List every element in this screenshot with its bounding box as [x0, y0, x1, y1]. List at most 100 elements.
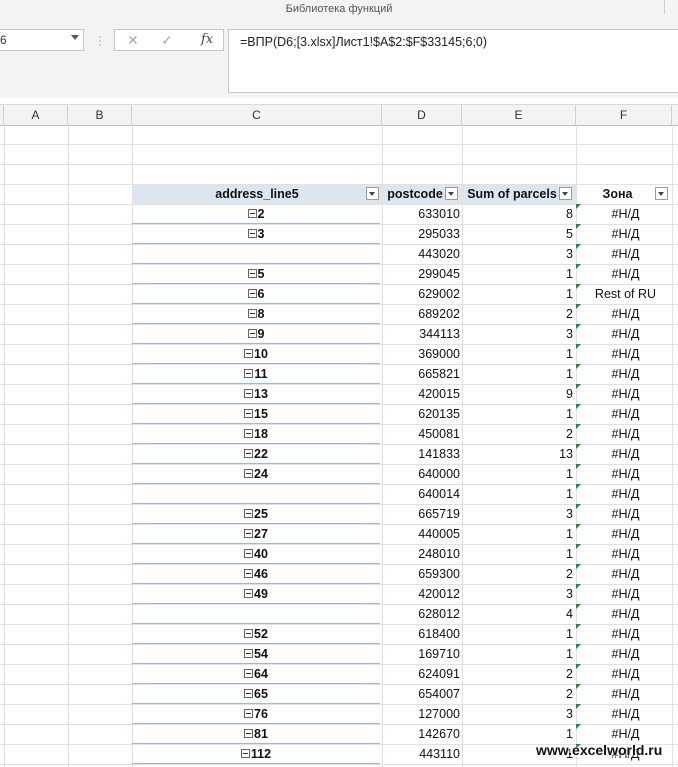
zona-cell[interactable]: #Н/Д [576, 424, 675, 444]
collapse-icon[interactable] [240, 749, 250, 759]
postcode-cell[interactable]: 620135 [382, 404, 460, 424]
collapse-icon[interactable] [247, 309, 257, 319]
address-cell[interactable]: 11 [132, 364, 380, 384]
pivot-header-address[interactable]: address_line5 [132, 184, 382, 204]
collapse-icon[interactable] [244, 409, 254, 419]
sum-cell[interactable]: 3 [463, 584, 573, 604]
pivot-row[interactable]: 15 620135 1 #Н/Д [132, 404, 671, 424]
zona-cell[interactable]: #Н/Д [576, 364, 675, 384]
sum-cell[interactable]: 2 [463, 424, 573, 444]
postcode-cell[interactable]: 248010 [382, 544, 460, 564]
pivot-row[interactable]: 18 450081 2 #Н/Д [132, 424, 671, 444]
zona-cell[interactable]: #Н/Д [576, 204, 675, 224]
address-cell[interactable]: 46 [132, 564, 380, 584]
sum-cell[interactable]: 1 [463, 484, 573, 504]
pivot-row[interactable]: 8 689202 2 #Н/Д [132, 304, 671, 324]
sum-cell[interactable]: 1 [463, 284, 573, 304]
address-cell[interactable]: 64 [132, 664, 380, 684]
postcode-cell[interactable]: 443020 [382, 244, 460, 264]
zona-cell[interactable]: #Н/Д [576, 344, 675, 364]
zona-cell[interactable]: #Н/Д [576, 704, 675, 724]
filter-dropdown-icon[interactable] [559, 187, 572, 200]
postcode-cell[interactable]: 624091 [382, 664, 460, 684]
pivot-row[interactable]: 22 141833 13 #Н/Д [132, 444, 671, 464]
postcode-cell[interactable]: 295033 [382, 224, 460, 244]
postcode-cell[interactable]: 420012 [382, 584, 460, 604]
pivot-row[interactable]: 24 640000 1 #Н/Д [132, 464, 671, 484]
address-cell[interactable]: 65 [132, 684, 380, 704]
pivot-row[interactable]: 76 127000 3 #Н/Д [132, 704, 671, 724]
collapse-icon[interactable] [244, 369, 254, 379]
zona-cell[interactable]: #Н/Д [576, 644, 675, 664]
address-cell[interactable]: 76 [132, 704, 380, 724]
postcode-cell[interactable]: 640000 [382, 464, 460, 484]
sum-cell[interactable]: 1 [463, 624, 573, 644]
sum-cell[interactable]: 3 [463, 704, 573, 724]
zona-cell[interactable]: #Н/Д [576, 584, 675, 604]
sum-cell[interactable]: 9 [463, 384, 573, 404]
address-cell[interactable]: 40 [132, 544, 380, 564]
collapse-icon[interactable] [244, 529, 254, 539]
pivot-row[interactable]: 49 420012 3 #Н/Д [132, 584, 671, 604]
address-cell[interactable]: 49 [132, 584, 380, 604]
address-cell[interactable]: 3 [132, 224, 380, 244]
postcode-cell[interactable]: 440005 [382, 524, 460, 544]
collapse-icon[interactable] [247, 229, 257, 239]
postcode-cell[interactable]: 127000 [382, 704, 460, 724]
postcode-cell[interactable]: 299045 [382, 264, 460, 284]
sum-cell[interactable]: 1 [463, 544, 573, 564]
check-icon[interactable]: ✓ [161, 32, 173, 49]
address-cell[interactable] [132, 604, 380, 624]
collapse-icon[interactable] [244, 569, 254, 579]
postcode-cell[interactable]: 169710 [382, 644, 460, 664]
sum-cell[interactable]: 2 [463, 564, 573, 584]
postcode-cell[interactable]: 633010 [382, 204, 460, 224]
pivot-row[interactable]: 46 659300 2 #Н/Д [132, 564, 671, 584]
postcode-cell[interactable]: 344113 [382, 324, 460, 344]
zona-cell[interactable]: #Н/Д [576, 384, 675, 404]
address-cell[interactable] [132, 244, 380, 264]
address-cell[interactable]: 8 [132, 304, 380, 324]
zona-cell[interactable]: #Н/Д [576, 484, 675, 504]
pivot-row[interactable]: 2 633010 8 #Н/Д [132, 204, 671, 224]
pivot-row[interactable]: 11 665821 1 #Н/Д [132, 364, 671, 384]
collapse-icon[interactable] [244, 709, 254, 719]
postcode-cell[interactable]: 141833 [382, 444, 460, 464]
address-cell[interactable]: 25 [132, 504, 380, 524]
sum-cell[interactable]: 1 [463, 344, 573, 364]
address-cell[interactable]: 81 [132, 724, 380, 744]
address-cell[interactable]: 112 [132, 744, 380, 764]
column-header-c[interactable]: C [132, 105, 382, 125]
postcode-cell[interactable]: 142670 [382, 724, 460, 744]
zona-cell[interactable]: #Н/Д [576, 684, 675, 704]
address-cell[interactable]: 5 [132, 264, 380, 284]
address-cell[interactable]: 54 [132, 644, 380, 664]
zona-cell[interactable]: #Н/Д [576, 264, 675, 284]
sum-cell[interactable]: 13 [463, 444, 573, 464]
postcode-cell[interactable]: 654007 [382, 684, 460, 704]
pivot-row[interactable]: 52 618400 1 #Н/Д [132, 624, 671, 644]
name-box[interactable]: 6 [0, 29, 84, 51]
collapse-icon[interactable] [244, 549, 254, 559]
sum-cell[interactable]: 1 [463, 464, 573, 484]
address-cell[interactable]: 18 [132, 424, 380, 444]
chevron-down-icon[interactable] [71, 35, 79, 40]
postcode-cell[interactable]: 618400 [382, 624, 460, 644]
collapse-icon[interactable] [244, 729, 254, 739]
sum-cell[interactable]: 3 [463, 504, 573, 524]
sum-cell[interactable]: 3 [463, 324, 573, 344]
pivot-row[interactable]: 3 295033 5 #Н/Д [132, 224, 671, 244]
address-cell[interactable]: 27 [132, 524, 380, 544]
zona-cell[interactable]: #Н/Д [576, 524, 675, 544]
collapse-icon[interactable] [244, 349, 254, 359]
pivot-row[interactable]: 54 169710 1 #Н/Д [132, 644, 671, 664]
pivot-row[interactable]: 640014 1 #Н/Д [132, 484, 671, 504]
sum-cell[interactable]: 1 [463, 264, 573, 284]
zona-cell[interactable]: Rest of RU [576, 284, 675, 304]
pivot-row[interactable]: 443020 3 #Н/Д [132, 244, 671, 264]
column-header-f[interactable]: F [576, 105, 672, 125]
zona-cell[interactable]: #Н/Д [576, 724, 675, 744]
sum-cell[interactable]: 2 [463, 304, 573, 324]
postcode-cell[interactable]: 450081 [382, 424, 460, 444]
sum-cell[interactable]: 3 [463, 244, 573, 264]
